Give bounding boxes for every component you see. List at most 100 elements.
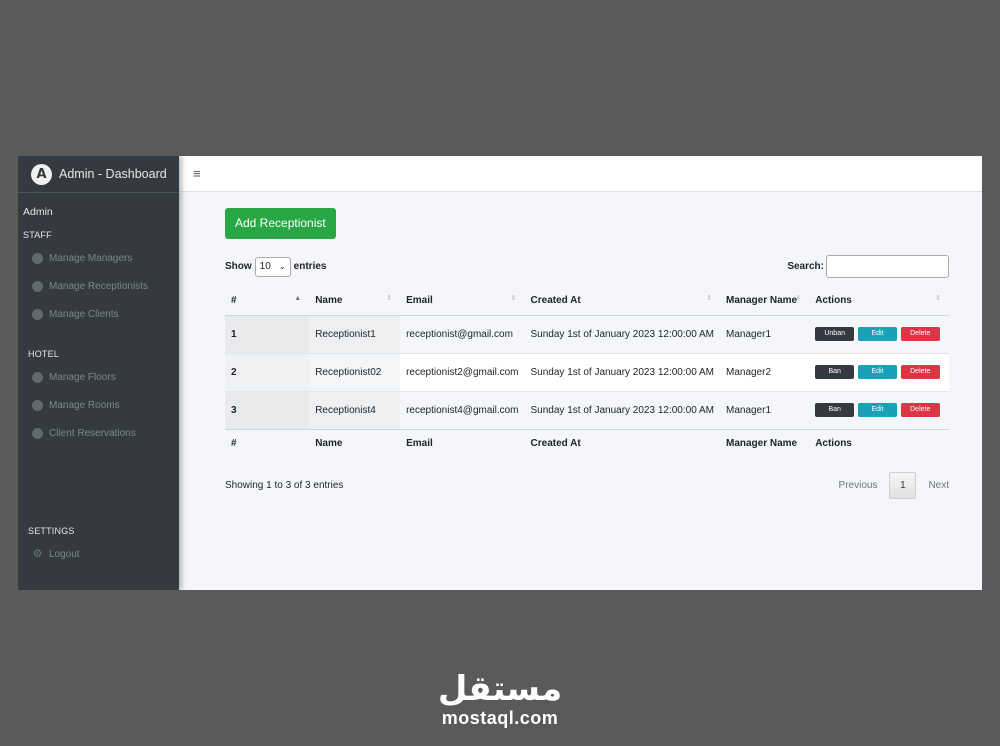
section-staff: STAFF: [23, 230, 52, 240]
sidebar-item-label: Logout: [49, 548, 80, 560]
sort-ascending-icon: ▲: [294, 295, 302, 302]
table-info: Showing 1 to 3 of 3 entries: [225, 480, 344, 491]
sort-icon: ⇕: [386, 295, 393, 302]
table-header-row: # ▲ Name ⇕ Email ⇕ Created At ⇕ Manager Name…: [225, 287, 949, 316]
next-page-button[interactable]: Next: [928, 480, 949, 491]
entries-select[interactable]: 10 ⌄: [254, 256, 291, 277]
add-receptionist-button[interactable]: Add Receptionist: [225, 208, 336, 239]
footer-header-name: Name: [309, 428, 401, 457]
ban-button[interactable]: Ban: [815, 365, 855, 379]
sidebar-item-logout[interactable]: ⚙ Logout: [18, 540, 179, 568]
circle-icon: [32, 399, 43, 411]
edit-button[interactable]: Edit: [857, 365, 897, 379]
sort-icon: ⇕: [795, 295, 802, 302]
show-label: Show: [225, 261, 252, 272]
column-header-manager-name[interactable]: Manager Name ⇕: [719, 287, 810, 316]
cell-created-at: Sunday 1st of January 2023 12:00:00 AM: [524, 390, 720, 429]
table-row: 2 Receptionist02 receptionist2@gmail.com…: [225, 352, 949, 391]
search-label: Search:: [787, 261, 824, 272]
delete-button[interactable]: Delete: [900, 365, 940, 379]
search-control: Search:: [787, 255, 949, 278]
column-header-id[interactable]: # ▲: [225, 287, 310, 316]
sort-icon: ⇕: [510, 295, 517, 302]
section-settings: SETTINGS: [28, 526, 75, 536]
column-header-email[interactable]: Email ⇕: [400, 287, 525, 316]
pagination: Previous 1 Next: [839, 472, 949, 499]
delete-button[interactable]: Delete: [900, 403, 940, 417]
table-row: 1 Receptionist1 receptionist@gmail.com S…: [225, 314, 949, 353]
cell-actions: Unban Edit Delete: [809, 314, 949, 353]
cell-email: receptionist2@gmail.com: [400, 352, 525, 391]
sidebar-item-label: Manage Managers: [49, 252, 133, 264]
cell-name: Receptionist02: [309, 352, 401, 391]
section-hotel: HOTEL: [28, 349, 60, 359]
circle-icon: [32, 280, 43, 292]
circle-icon: [32, 427, 43, 439]
brand-logo-icon: A: [31, 163, 52, 185]
edit-button[interactable]: Edit: [857, 327, 897, 341]
entries-label: entries: [293, 261, 327, 272]
sidebar-item-manage-managers[interactable]: Manage Managers: [18, 244, 179, 272]
brand-link[interactable]: A Admin - Dashboard: [18, 156, 179, 193]
sidebar-item-client-reservations[interactable]: Client Reservations: [18, 419, 179, 447]
cell-manager: Manager1: [719, 314, 810, 353]
brand-title: Admin - Dashboard: [59, 167, 167, 181]
gear-icon: ⚙: [32, 547, 43, 560]
page-1-button[interactable]: 1: [889, 472, 917, 499]
sidebar-item-label: Manage Floors: [49, 371, 116, 383]
cell-name: Receptionist1: [309, 314, 401, 353]
table-row: 3 Receptionist4 receptionist4@gmail.com …: [225, 390, 949, 429]
cell-id: 3: [225, 390, 310, 429]
footer-header-actions: Actions: [809, 428, 949, 457]
cell-manager: Manager1: [719, 390, 810, 429]
circle-icon: [32, 308, 43, 320]
sidebar-item-manage-receptionists[interactable]: Manage Receptionists: [18, 272, 179, 300]
receptionists-table: # ▲ Name ⇕ Email ⇕ Created At ⇕ Manager Name…: [225, 287, 949, 457]
footer-header-manager-name: Manager Name: [719, 428, 810, 457]
watermark: مستقل mostaql.com: [0, 670, 1000, 728]
app-window: A Admin - Dashboard Admin STAFF Manage M…: [18, 156, 982, 590]
cell-name: Receptionist4: [309, 390, 401, 429]
cell-id: 1: [225, 314, 310, 353]
watermark-latin: mostaql.com: [441, 708, 559, 728]
main-content: Add Receptionist Show 10 ⌄ entries Searc…: [225, 208, 949, 499]
cell-email: receptionist@gmail.com: [400, 314, 525, 353]
sidebar-item-manage-clients[interactable]: Manage Clients: [18, 300, 179, 328]
unban-button[interactable]: Unban: [815, 327, 855, 341]
watermark-arabic: مستقل: [437, 669, 563, 709]
top-navbar: ≡: [179, 156, 982, 192]
entries-length-control: Show 10 ⌄ entries: [225, 256, 327, 277]
table-footer-row: # Name Email Created At Manager Name Act…: [225, 428, 949, 457]
sidebar-item-label: Manage Receptionists: [49, 280, 148, 292]
chevron-down-icon: ⌄: [278, 262, 286, 271]
previous-page-button[interactable]: Previous: [839, 480, 878, 491]
circle-icon: [32, 252, 43, 264]
edit-button[interactable]: Edit: [857, 403, 897, 417]
sidebar: A Admin - Dashboard Admin STAFF Manage M…: [18, 156, 179, 590]
cell-manager: Manager2: [719, 352, 810, 391]
sidebar-item-manage-rooms[interactable]: Manage Rooms: [18, 391, 179, 419]
delete-button[interactable]: Delete: [900, 327, 940, 341]
sidebar-item-label: Client Reservations: [49, 427, 136, 439]
hamburger-icon[interactable]: ≡: [193, 167, 201, 180]
cell-actions: Ban Edit Delete: [809, 390, 949, 429]
cell-id: 2: [225, 352, 310, 391]
sort-icon: ⇕: [706, 295, 712, 302]
column-header-created-at[interactable]: Created At ⇕: [524, 287, 720, 316]
sidebar-item-manage-floors[interactable]: Manage Floors: [18, 363, 179, 391]
column-header-actions[interactable]: Actions ⇕: [809, 287, 949, 316]
footer-header-created-at: Created At: [524, 428, 720, 457]
user-name[interactable]: Admin: [18, 193, 179, 230]
cell-created-at: Sunday 1st of January 2023 12:00:00 AM: [524, 314, 720, 353]
cell-created-at: Sunday 1st of January 2023 12:00:00 AM: [524, 352, 720, 391]
footer-header-id: #: [225, 428, 310, 457]
sort-icon: ⇕: [935, 295, 941, 302]
sidebar-item-label: Manage Rooms: [49, 399, 120, 411]
search-input[interactable]: [826, 255, 949, 278]
cell-actions: Ban Edit Delete: [809, 352, 949, 391]
footer-header-email: Email: [400, 428, 525, 457]
column-header-name[interactable]: Name ⇕: [309, 287, 401, 316]
cell-email: receptionist4@gmail.com: [400, 390, 525, 429]
circle-icon: [32, 371, 43, 383]
ban-button[interactable]: Ban: [815, 403, 855, 417]
